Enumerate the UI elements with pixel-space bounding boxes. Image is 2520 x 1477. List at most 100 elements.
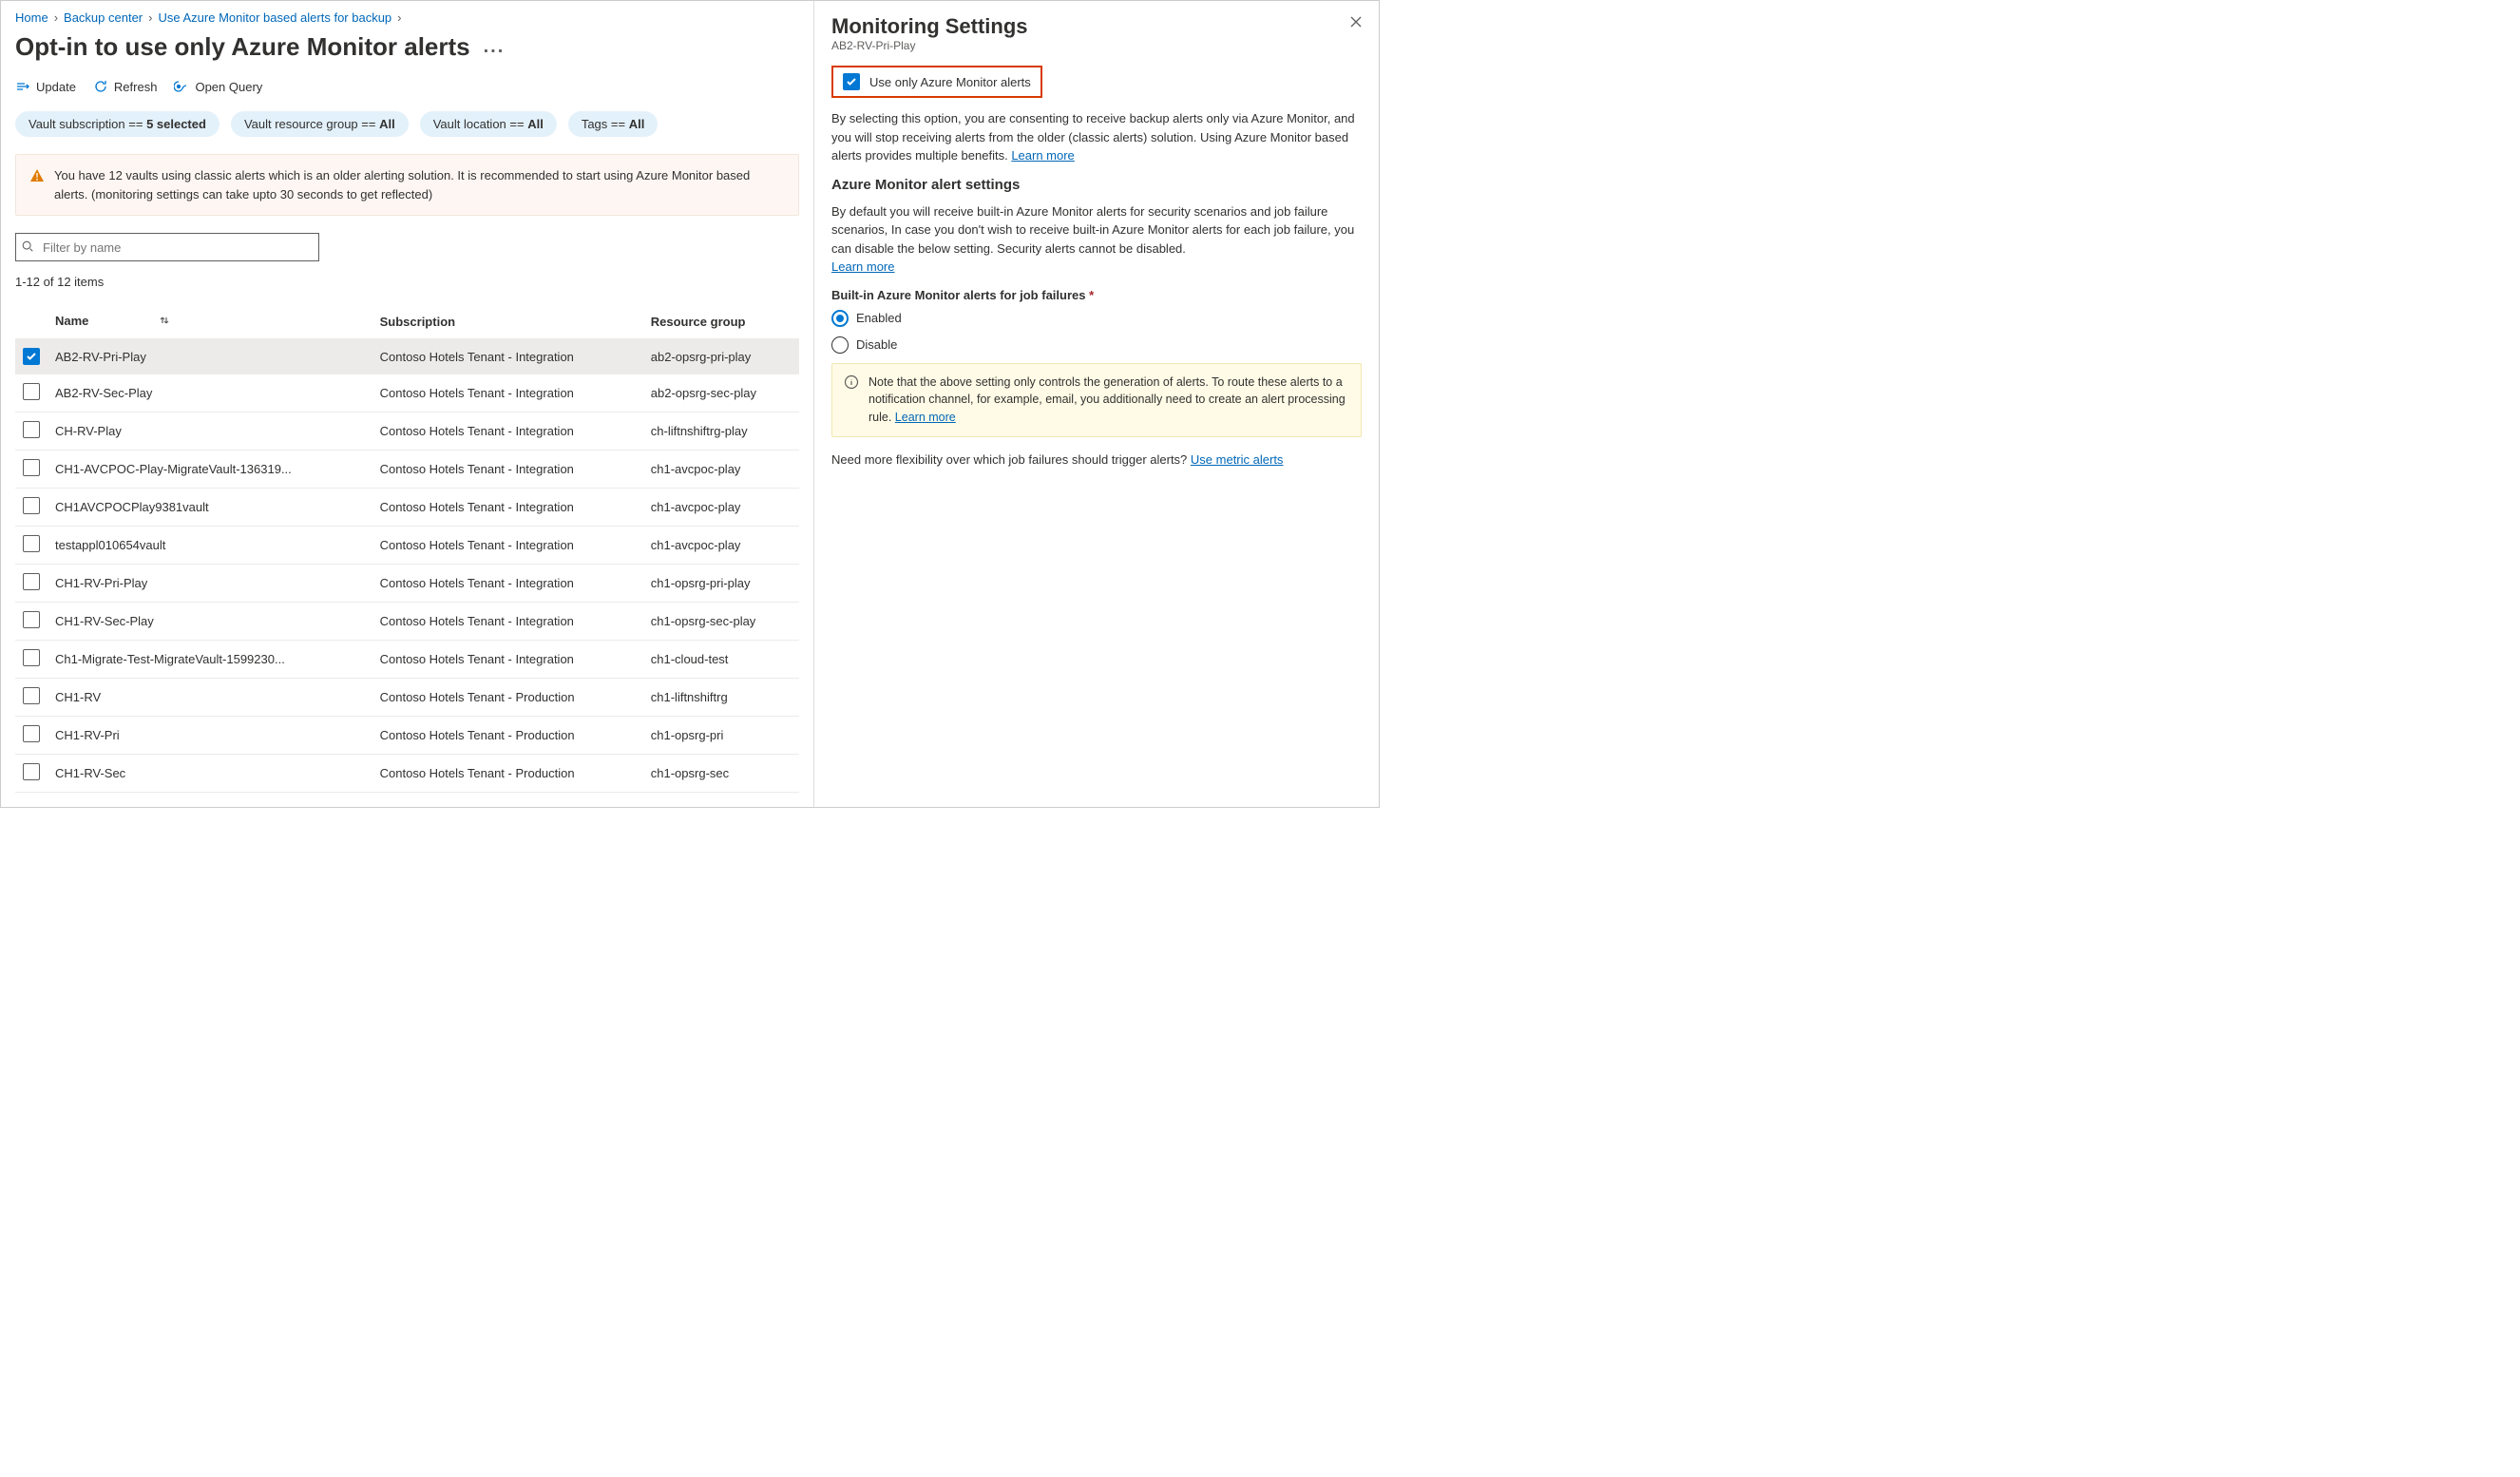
- filter-by-name-input[interactable]: [15, 233, 319, 261]
- search-icon: [21, 240, 34, 253]
- table-row[interactable]: CH1-RV-Pri-PlayContoso Hotels Tenant - I…: [15, 565, 799, 603]
- row-checkbox[interactable]: [23, 763, 40, 780]
- table-row[interactable]: CH-RV-PlayContoso Hotels Tenant - Integr…: [15, 412, 799, 451]
- cell-name: testappl010654vault: [48, 527, 372, 565]
- table-row[interactable]: testappl010654vaultContoso Hotels Tenant…: [15, 527, 799, 565]
- radio-disable-control[interactable]: [831, 336, 849, 354]
- col-name[interactable]: Name: [48, 304, 372, 339]
- use-metric-alerts-link[interactable]: Use metric alerts: [1191, 452, 1284, 467]
- filter-location[interactable]: Vault location == All: [420, 111, 557, 137]
- radio-enabled-control[interactable]: [831, 310, 849, 327]
- learn-more-link-1[interactable]: Learn more: [1011, 148, 1074, 163]
- cell-subscription: Contoso Hotels Tenant - Integration: [372, 451, 643, 489]
- row-checkbox[interactable]: [23, 687, 40, 704]
- row-checkbox[interactable]: [23, 611, 40, 628]
- sort-icon[interactable]: [159, 315, 170, 329]
- cell-rg: ab2-opsrg-sec-play: [643, 374, 799, 412]
- update-button[interactable]: Update: [15, 79, 76, 94]
- cell-subscription: Contoso Hotels Tenant - Integration: [372, 641, 643, 679]
- table-row[interactable]: CH1-RVContoso Hotels Tenant - Production…: [15, 679, 799, 717]
- row-checkbox[interactable]: [23, 459, 40, 476]
- checkmark-icon: [846, 76, 857, 87]
- radio-disable[interactable]: Disable: [831, 336, 1362, 354]
- page-title-text: Opt-in to use only Azure Monitor alerts: [15, 32, 470, 62]
- cell-rg: ch1-opsrg-pri-play: [643, 565, 799, 603]
- col-resource-group[interactable]: Resource group: [643, 304, 799, 339]
- update-icon: [15, 79, 30, 94]
- warning-icon: [29, 168, 45, 183]
- refresh-button[interactable]: Refresh: [93, 79, 158, 94]
- radio-enabled[interactable]: Enabled: [831, 310, 1362, 327]
- col-subscription[interactable]: Subscription: [372, 304, 643, 339]
- filter-subscription[interactable]: Vault subscription == 5 selected: [15, 111, 220, 137]
- checkbox-description: By selecting this option, you are consen…: [831, 109, 1362, 165]
- row-checkbox[interactable]: [23, 573, 40, 590]
- breadcrumb-item[interactable]: Use Azure Monitor based alerts for backu…: [158, 10, 391, 25]
- table-row[interactable]: AB2-RV-Pri-PlayContoso Hotels Tenant - I…: [15, 339, 799, 374]
- more-actions-button[interactable]: ...: [484, 36, 506, 58]
- row-checkbox[interactable]: [23, 725, 40, 742]
- cell-name: Ch1-Migrate-Test-MigrateVault-1599230...: [48, 641, 372, 679]
- table-row[interactable]: CH1-RV-PriContoso Hotels Tenant - Produc…: [15, 717, 799, 755]
- use-azure-monitor-checkbox[interactable]: [843, 73, 860, 90]
- row-checkbox[interactable]: [23, 421, 40, 438]
- info-banner: Note that the above setting only control…: [831, 363, 1362, 437]
- warning-banner: You have 12 vaults using classic alerts …: [15, 154, 799, 216]
- flex-text: Need more flexibility over which job fai…: [831, 451, 1362, 470]
- cell-subscription: Contoso Hotels Tenant - Integration: [372, 527, 643, 565]
- page-title: Opt-in to use only Azure Monitor alerts …: [15, 32, 799, 62]
- cell-rg: ch1-cloud-test: [643, 641, 799, 679]
- filter-input-wrapper: [15, 233, 319, 261]
- section-description: By default you will receive built-in Azu…: [831, 202, 1362, 277]
- table-row[interactable]: CH1-RV-SecContoso Hotels Tenant - Produc…: [15, 755, 799, 793]
- cell-subscription: Contoso Hotels Tenant - Integration: [372, 603, 643, 641]
- cell-subscription: Contoso Hotels Tenant - Production: [372, 755, 643, 793]
- table-row[interactable]: CH1-RV-Sec-PlayContoso Hotels Tenant - I…: [15, 603, 799, 641]
- cell-name: CH1AVCPOCPlay9381vault: [48, 489, 372, 527]
- cell-rg: ch1-avcpoc-play: [643, 489, 799, 527]
- table-row[interactable]: Ch1-Migrate-Test-MigrateVault-1599230...…: [15, 641, 799, 679]
- cell-rg: ch1-opsrg-pri: [643, 717, 799, 755]
- breadcrumb-item[interactable]: Home: [15, 10, 48, 25]
- cell-rg: ch1-avcpoc-play: [643, 451, 799, 489]
- close-panel-button[interactable]: [1348, 14, 1364, 32]
- cell-rg: ab2-opsrg-pri-play: [643, 339, 799, 374]
- learn-more-link-2[interactable]: Learn more: [831, 259, 894, 274]
- row-checkbox[interactable]: [23, 535, 40, 552]
- cell-rg: ch1-avcpoc-play: [643, 527, 799, 565]
- breadcrumb: Home›Backup center›Use Azure Monitor bas…: [15, 10, 799, 25]
- query-icon: [174, 79, 189, 94]
- row-checkbox[interactable]: [23, 497, 40, 514]
- filter-tags[interactable]: Tags == All: [568, 111, 659, 137]
- row-checkbox[interactable]: [23, 383, 40, 400]
- warning-text: You have 12 vaults using classic alerts …: [54, 166, 785, 203]
- row-checkbox[interactable]: [23, 348, 40, 365]
- filter-resource-group[interactable]: Vault resource group == All: [231, 111, 409, 137]
- breadcrumb-item[interactable]: Backup center: [64, 10, 143, 25]
- breadcrumb-separator: ›: [397, 10, 401, 25]
- cell-subscription: Contoso Hotels Tenant - Integration: [372, 489, 643, 527]
- cell-name: CH1-RV-Sec: [48, 755, 372, 793]
- cell-name: CH1-RV-Pri: [48, 717, 372, 755]
- table-row[interactable]: AB2-RV-Sec-PlayContoso Hotels Tenant - I…: [15, 374, 799, 412]
- cell-name: AB2-RV-Pri-Play: [48, 339, 372, 374]
- info-icon: [844, 374, 859, 390]
- cell-subscription: Contoso Hotels Tenant - Integration: [372, 565, 643, 603]
- open-query-button[interactable]: Open Query: [174, 79, 262, 94]
- checkmark-icon: [26, 351, 37, 362]
- panel-subtitle: AB2-RV-Pri-Play: [831, 39, 1362, 52]
- close-icon: [1348, 14, 1364, 29]
- row-checkbox[interactable]: [23, 649, 40, 666]
- cell-subscription: Contoso Hotels Tenant - Production: [372, 679, 643, 717]
- table-row[interactable]: CH1-AVCPOC-Play-MigrateVault-136319...Co…: [15, 451, 799, 489]
- table-row[interactable]: CH1AVCPOCPlay9381vaultContoso Hotels Ten…: [15, 489, 799, 527]
- cell-subscription: Contoso Hotels Tenant - Integration: [372, 339, 643, 374]
- cell-subscription: Contoso Hotels Tenant - Production: [372, 717, 643, 755]
- learn-more-link-3[interactable]: Learn more: [895, 411, 956, 424]
- use-azure-monitor-checkbox-row[interactable]: Use only Azure Monitor alerts: [831, 66, 1042, 98]
- section-heading: Azure Monitor alert settings: [831, 177, 1362, 193]
- cell-name: CH-RV-Play: [48, 412, 372, 451]
- cell-name: CH1-AVCPOC-Play-MigrateVault-136319...: [48, 451, 372, 489]
- cell-name: AB2-RV-Sec-Play: [48, 374, 372, 412]
- cell-name: CH1-RV-Pri-Play: [48, 565, 372, 603]
